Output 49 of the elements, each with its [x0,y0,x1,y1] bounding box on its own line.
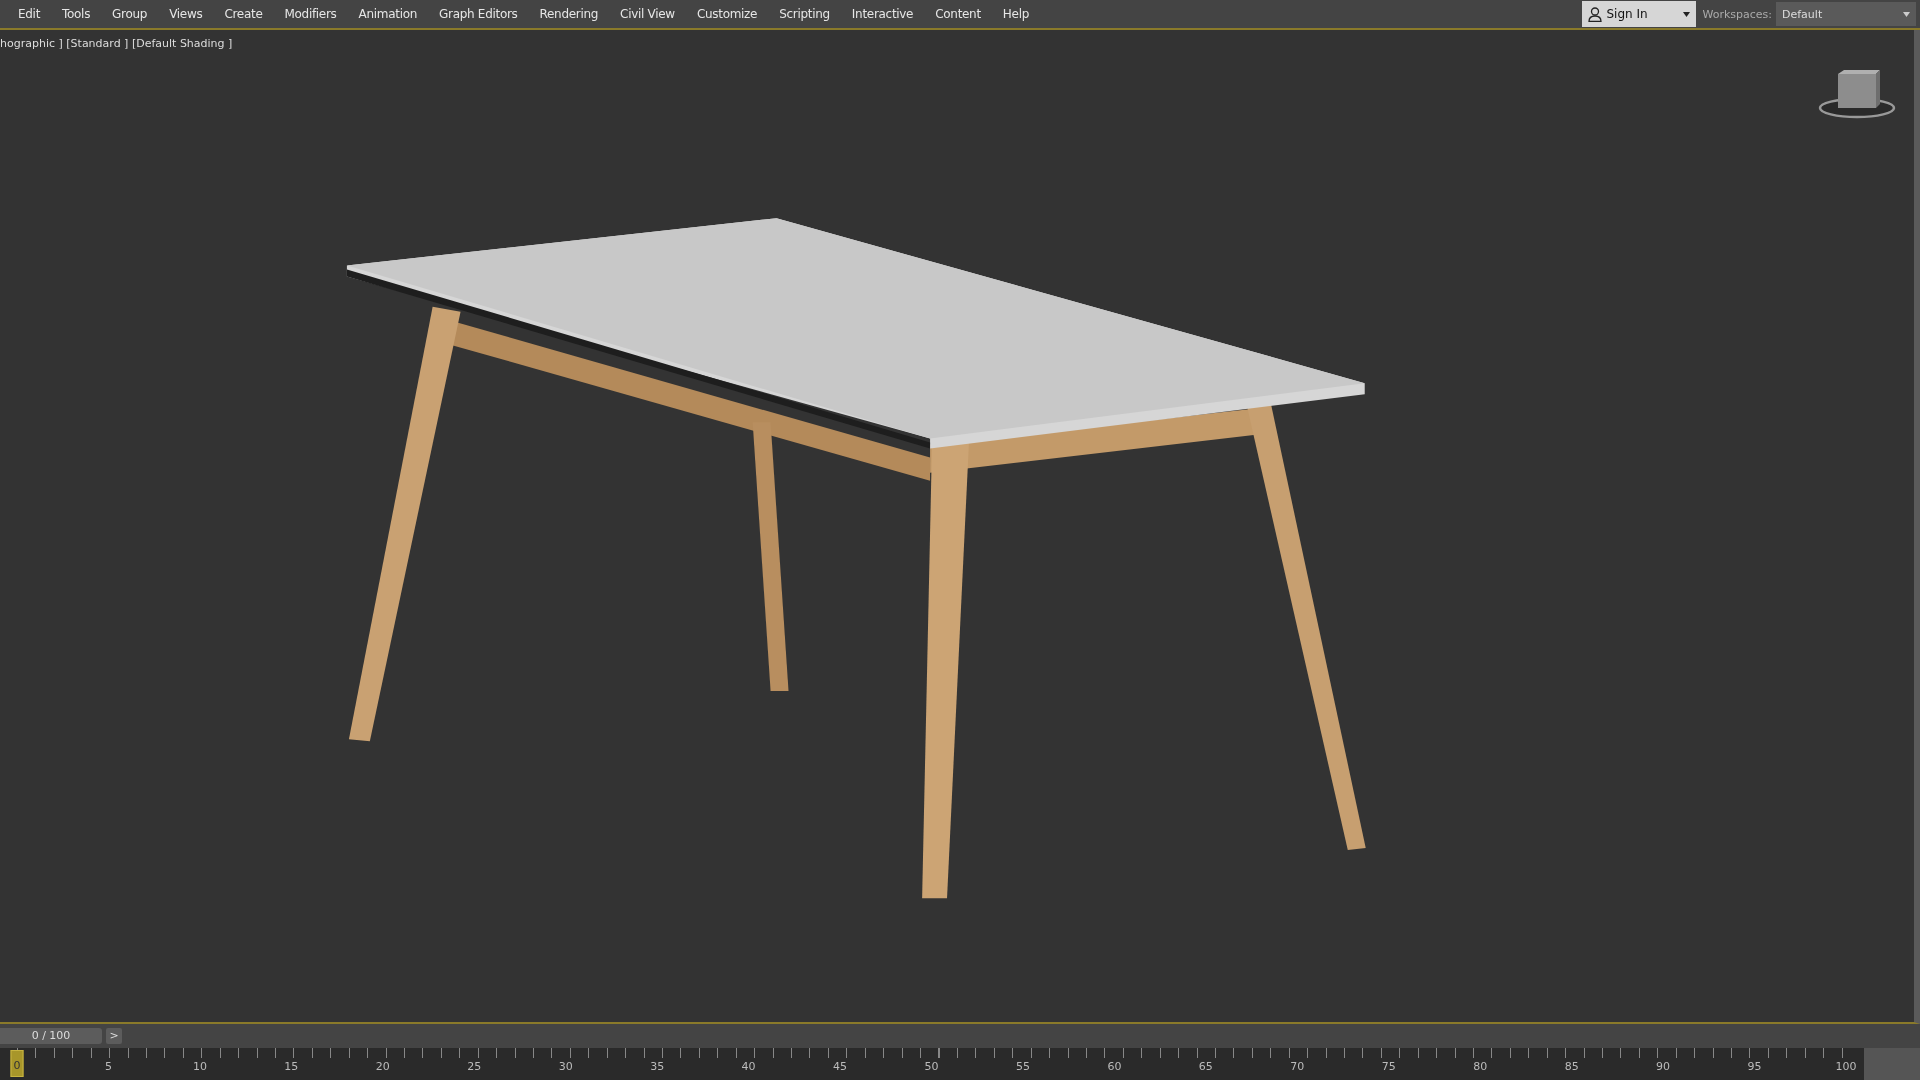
frame-label: 45 [833,1060,848,1073]
menu-item[interactable]: Help [991,7,1040,21]
menu-item[interactable]: Create [213,7,274,21]
menu-item[interactable]: Views [158,7,214,21]
view-cube-icon[interactable] [1818,70,1896,120]
viewport-label[interactable]: hographic ] [Standard ] [Default Shading ] [0,37,233,50]
frame-label: 85 [1564,1060,1579,1073]
frame-label: 55 [1015,1060,1030,1073]
workspaces-label: Workspaces: [1702,7,1772,21]
menu-item[interactable]: Interactive [840,7,925,21]
frame-label: 15 [284,1060,299,1073]
timeline-end-panel [1864,1048,1920,1080]
menu-item[interactable]: Content [924,7,992,21]
frame-label: 25 [467,1060,482,1073]
frame-label: 20 [375,1060,390,1073]
frame-label: 50 [924,1060,939,1073]
frame-label: 80 [1473,1060,1488,1073]
frame-label: 0 [10,1050,24,1077]
frame-label: 75 [1381,1060,1396,1073]
menu-item[interactable]: Customize [685,7,769,21]
menu-item[interactable]: Group [101,7,159,21]
menu-item[interactable]: Graph Editors [428,7,529,21]
frame-label: 30 [558,1060,573,1073]
frame-label: 10 [192,1060,207,1073]
frame-label: 70 [1290,1060,1305,1073]
frame-label: 40 [741,1060,756,1073]
frame-label: 90 [1656,1060,1671,1073]
frame-label: 60 [1107,1060,1122,1073]
menu-item[interactable]: Tools [51,7,102,21]
next-frame-button[interactable]: > [106,1028,122,1044]
menu-item[interactable]: Civil View [609,7,686,21]
menu-item[interactable]: Edit [7,7,52,21]
viewport[interactable]: hographic ] [Standard ] [Default Shading ] [0,30,1920,1024]
sign-in-label: Sign In [1606,7,1649,21]
frame-label: 35 [650,1060,665,1073]
menu-item[interactable]: Scripting [768,7,841,21]
caret-icon [1903,11,1910,17]
menu-item[interactable]: Modifiers [273,7,348,21]
sign-in-dropdown[interactable]: Sign In [1582,1,1697,27]
frame-label: 95 [1747,1060,1762,1073]
frame-label: 65 [1198,1060,1213,1073]
menu-item[interactable]: Rendering [528,7,610,21]
frame-label: 100 [1835,1060,1857,1073]
menu-item[interactable]: Animation [347,7,429,21]
user-icon [1588,6,1603,22]
caret-icon [1683,11,1691,17]
frame-label: 5 [104,1060,112,1073]
time-slider[interactable]: 0 / 100 [0,1028,102,1044]
workspaces-dropdown[interactable]: Default [1776,2,1916,26]
